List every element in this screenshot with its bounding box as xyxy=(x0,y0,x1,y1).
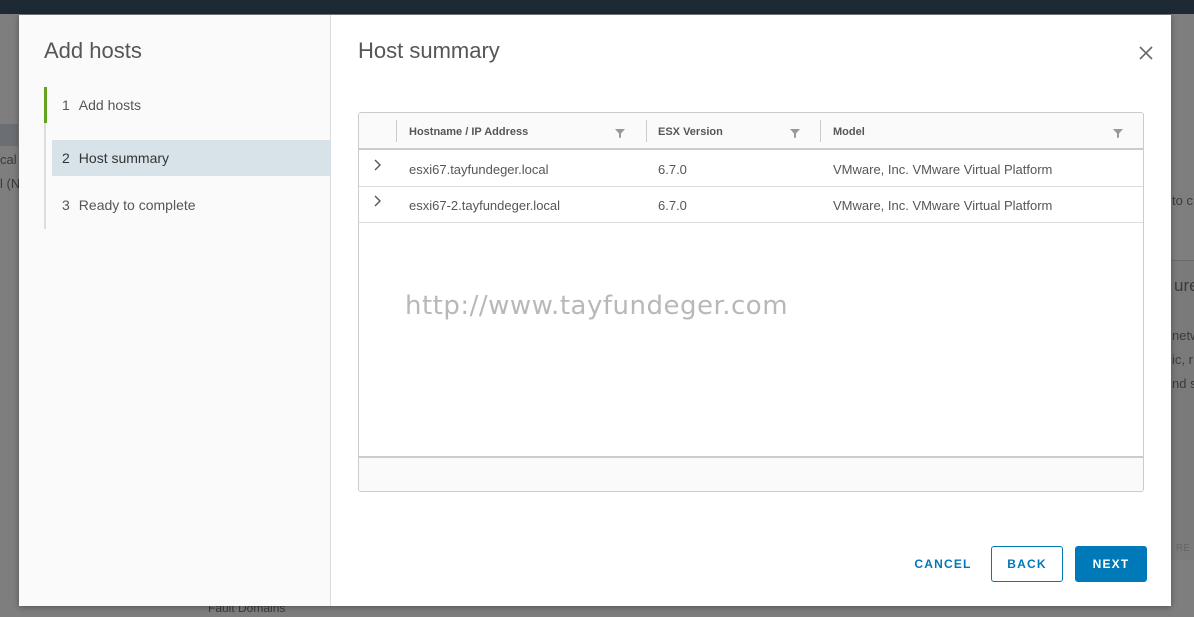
step-label: Host summary xyxy=(78,150,170,166)
background-text: nd s xyxy=(1172,376,1194,391)
wizard-steps: 1 Add hosts 2 Host summary 3 Ready to co… xyxy=(44,87,331,229)
page-title: Host summary xyxy=(358,38,500,63)
background-selected-item xyxy=(0,124,18,146)
version-cell: 6.7.0 xyxy=(658,197,687,213)
step-label: Add hosts xyxy=(78,97,142,113)
column-header-model[interactable]: Model xyxy=(821,113,1143,150)
background-text: l (N xyxy=(0,176,21,191)
chevron-right-icon[interactable] xyxy=(367,190,389,212)
close-icon[interactable] xyxy=(1136,43,1156,63)
add-hosts-wizard: Add hosts 1 Add hosts 2 Host summary 3 R… xyxy=(19,15,1171,606)
step-number: 1 xyxy=(62,97,70,113)
watermark-text: http://www.tayfundeger.com xyxy=(405,291,789,321)
step-ready-to-complete[interactable]: 3 Ready to complete xyxy=(46,187,331,223)
wizard-title: Add hosts xyxy=(44,38,142,63)
background-text: cal xyxy=(0,152,17,167)
wizard-content: Host summary Hostname / IP Address ESX V… xyxy=(332,15,1171,606)
datagrid-header: Hostname / IP Address ESX Version Model xyxy=(359,113,1143,150)
model-cell: VMware, Inc. VMware Virtual Platform xyxy=(833,197,1053,213)
background-text: ic, r xyxy=(1172,352,1193,367)
hostname-cell: esxi67.tayfundeger.local xyxy=(409,161,549,177)
chevron-right-icon[interactable] xyxy=(367,154,389,176)
column-label: Hostname / IP Address xyxy=(409,125,529,138)
table-row: esxi67.tayfundeger.local 6.7.0 VMware, I… xyxy=(359,151,1143,187)
step-host-summary[interactable]: 2 Host summary xyxy=(52,140,331,176)
background-panel xyxy=(1171,260,1194,560)
model-cell: VMware, Inc. VMware Virtual Platform xyxy=(833,161,1053,177)
filter-icon[interactable] xyxy=(789,126,801,138)
table-row: esxi67-2.tayfundeger.local 6.7.0 VMware,… xyxy=(359,187,1143,223)
step-add-hosts[interactable]: 1 Add hosts xyxy=(44,87,329,123)
filter-icon[interactable] xyxy=(1112,126,1124,138)
wizard-nav: Add hosts 1 Add hosts 2 Host summary 3 R… xyxy=(19,15,331,606)
cancel-button[interactable]: CANCEL xyxy=(903,546,983,582)
hostname-cell: esxi67-2.tayfundeger.local xyxy=(409,197,561,213)
app-header-bar xyxy=(0,0,1194,14)
hosts-datagrid: Hostname / IP Address ESX Version Model xyxy=(358,112,1144,492)
background-text: netw xyxy=(1172,328,1194,343)
next-button[interactable]: NEXT xyxy=(1075,546,1147,582)
background-text: RE xyxy=(1176,543,1190,554)
step-number: 3 xyxy=(62,197,70,213)
column-label: Model xyxy=(833,125,865,138)
back-button[interactable]: BACK xyxy=(991,546,1063,582)
step-label: Ready to complete xyxy=(78,197,196,213)
datagrid-footer xyxy=(359,456,1143,491)
column-header-hostname[interactable]: Hostname / IP Address xyxy=(397,113,646,150)
background-text: ure xyxy=(1174,276,1194,295)
version-cell: 6.7.0 xyxy=(658,161,687,177)
background-text: to c xyxy=(1172,193,1193,208)
step-number: 2 xyxy=(62,150,70,166)
filter-icon[interactable] xyxy=(614,126,626,138)
column-label: ESX Version xyxy=(658,125,723,138)
